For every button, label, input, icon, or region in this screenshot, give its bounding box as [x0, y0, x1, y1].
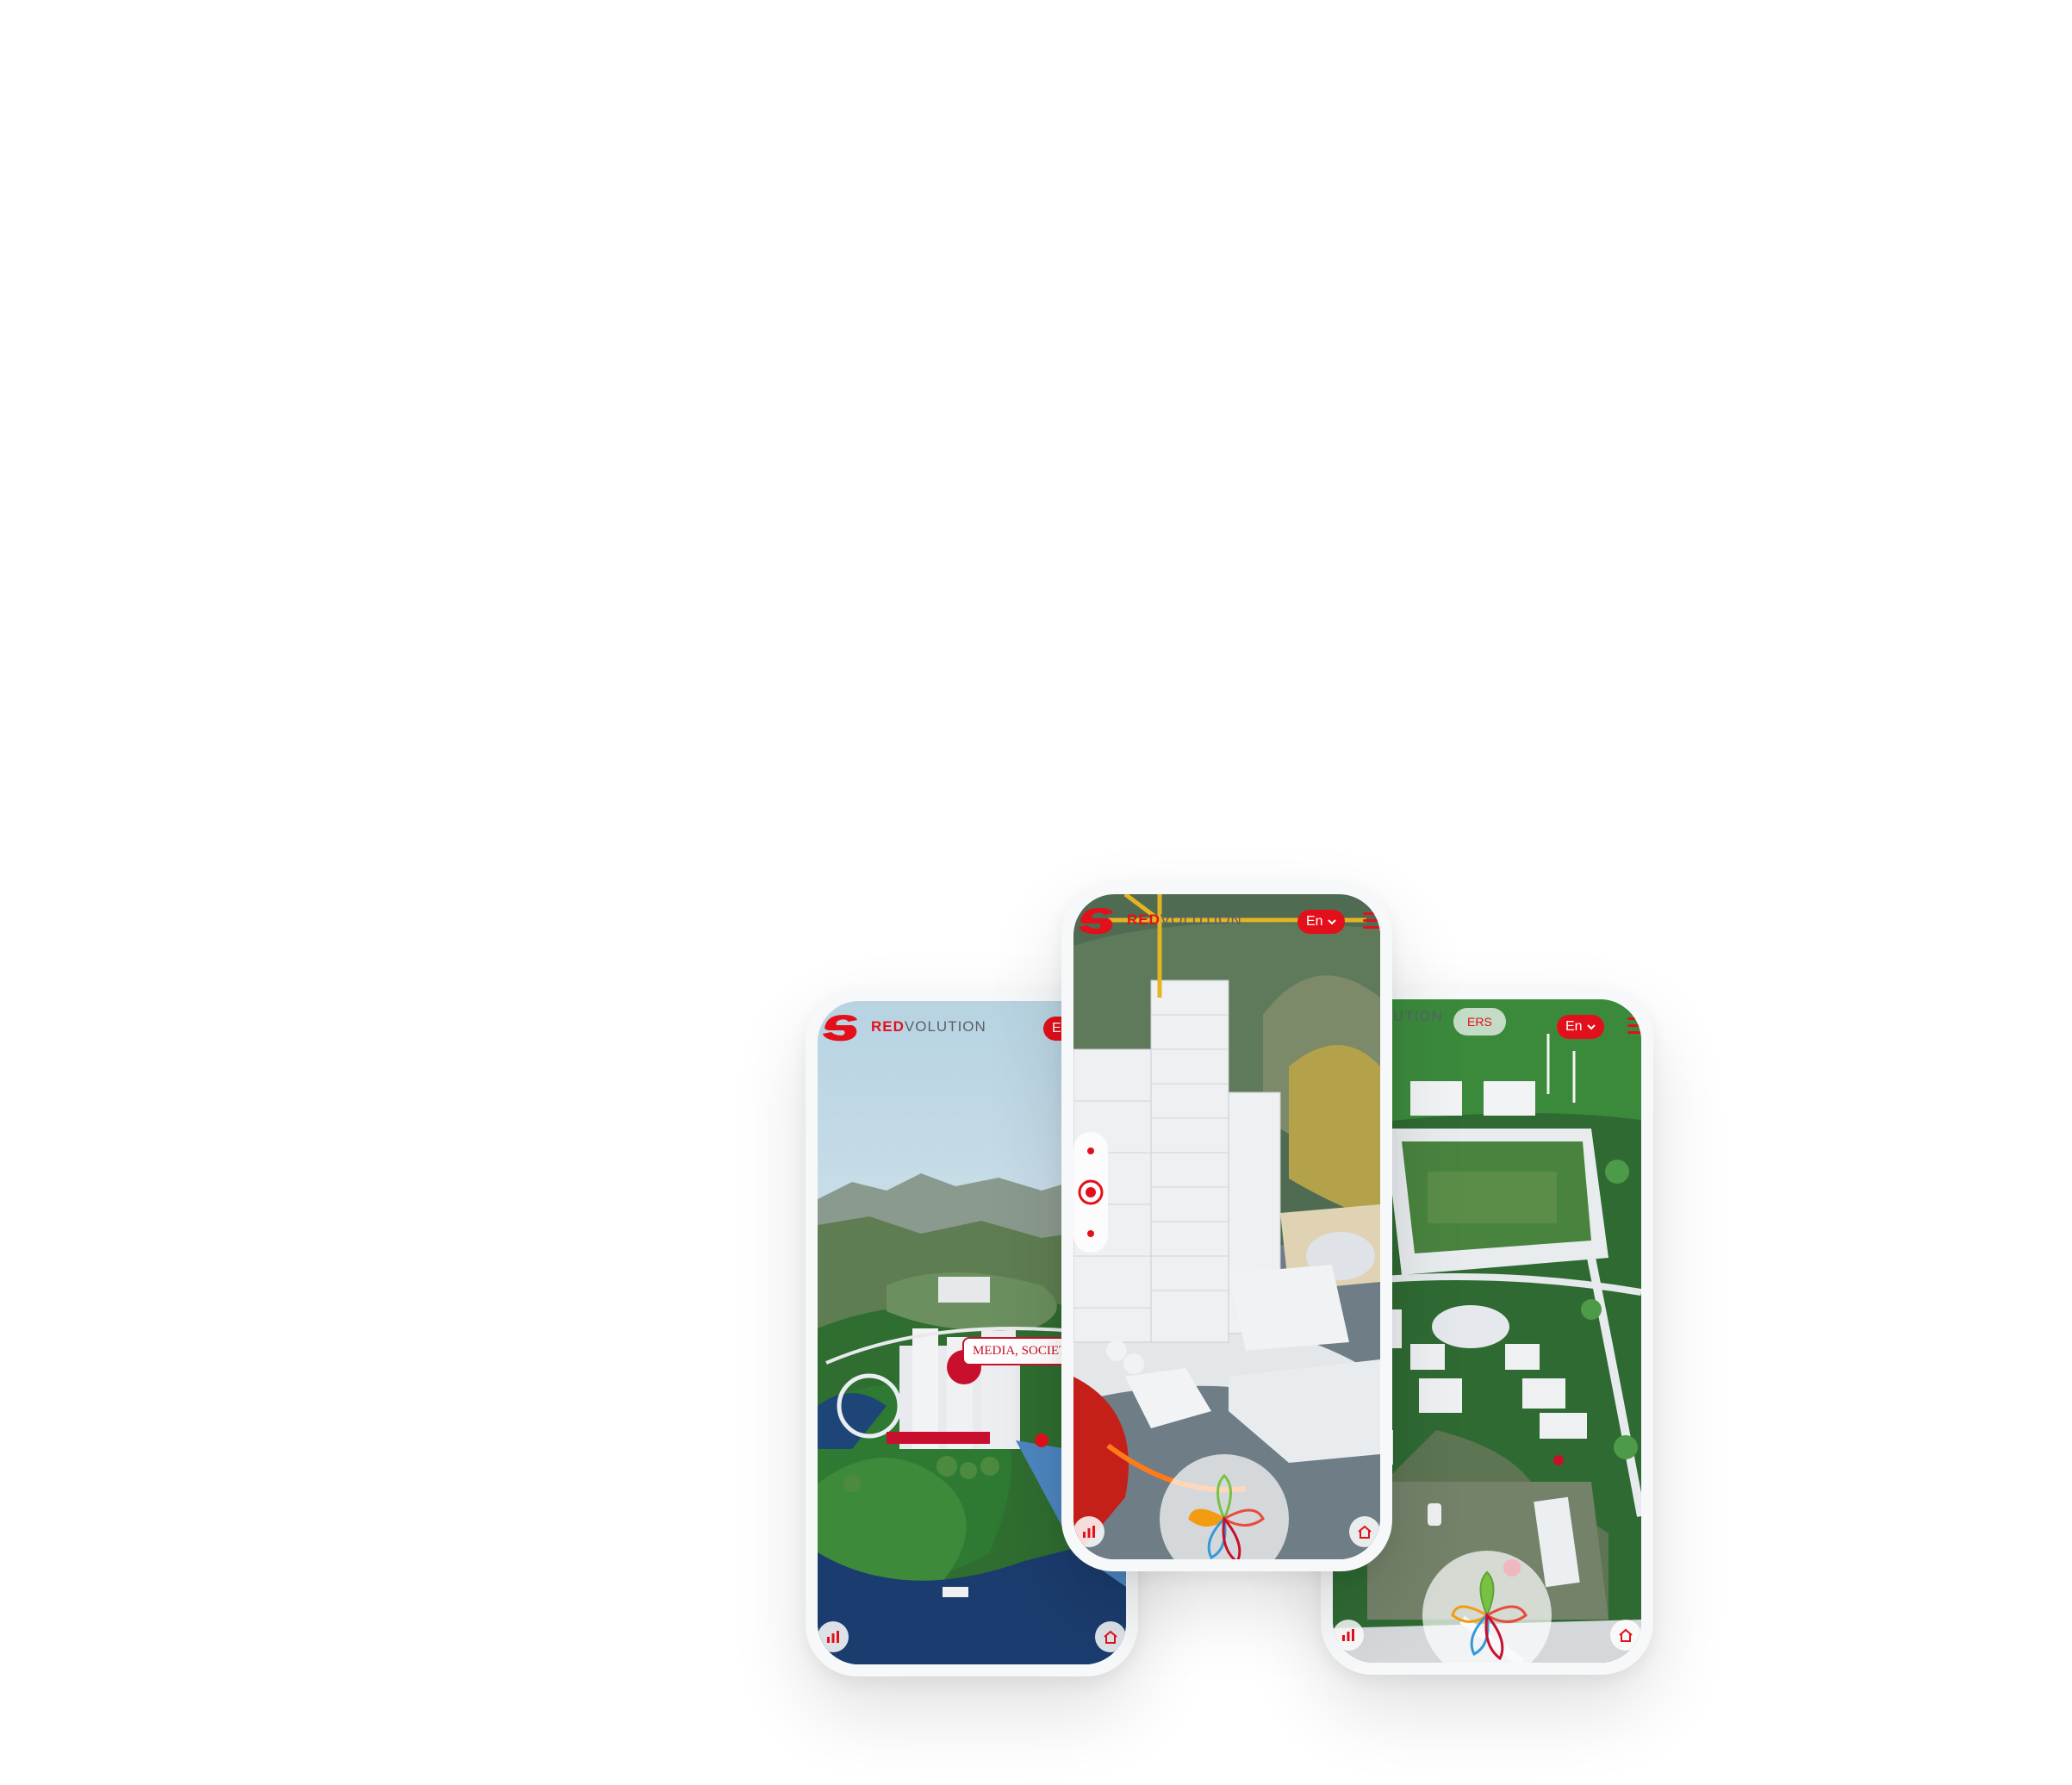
- stats-button[interactable]: [818, 1621, 849, 1652]
- flower-icon: [1188, 1473, 1265, 1559]
- brand-logo[interactable]: REDVOLUTION: [1073, 903, 1242, 937]
- section-chip-label: ERS: [1467, 1015, 1492, 1029]
- flower-icon: [1451, 1570, 1528, 1661]
- level-selector[interactable]: [1073, 1132, 1108, 1253]
- language-label: En: [1306, 914, 1323, 929]
- home-icon: [1358, 1525, 1372, 1539]
- chevron-down-icon: [1586, 1024, 1596, 1030]
- logo-icon: [1079, 908, 1113, 935]
- flower-menu-button[interactable]: [1422, 1551, 1552, 1663]
- brand-name-red: RED: [1127, 911, 1160, 928]
- brand-name: REDVOLUTION: [871, 1018, 986, 1036]
- stats-button[interactable]: [1333, 1620, 1364, 1651]
- brand-name: REDVOLUTION: [1127, 911, 1242, 929]
- stats-icon: [827, 1631, 839, 1643]
- brand-name-grey: VOLUTION: [1160, 911, 1242, 928]
- stats-icon: [1342, 1629, 1354, 1641]
- section-chip[interactable]: ERS: [1453, 1008, 1506, 1036]
- level-dots-icon: [1078, 1148, 1104, 1237]
- menu-icon[interactable]: [1363, 908, 1380, 933]
- language-selector[interactable]: En: [1297, 910, 1345, 934]
- phone-center: REDVOLUTION En: [1061, 882, 1392, 1571]
- logo-icon: [823, 1015, 857, 1042]
- language-label: En: [1565, 1019, 1583, 1034]
- phone-center-screen: REDVOLUTION En: [1073, 894, 1380, 1559]
- brand-name-grey: VOLUTION: [904, 1018, 986, 1035]
- home-icon: [1619, 1628, 1633, 1642]
- language-selector[interactable]: En: [1557, 1015, 1604, 1039]
- stats-button[interactable]: [1073, 1516, 1104, 1547]
- home-button[interactable]: [1610, 1620, 1641, 1651]
- chevron-down-icon: [1327, 919, 1336, 925]
- home-icon: [1104, 1630, 1117, 1644]
- brand-name-red: RED: [871, 1018, 905, 1035]
- brand-logo[interactable]: REDVOLUTION: [818, 1010, 986, 1044]
- home-button[interactable]: [1095, 1621, 1126, 1652]
- stats-icon: [1083, 1526, 1095, 1538]
- home-button[interactable]: [1349, 1516, 1380, 1547]
- menu-icon[interactable]: [1627, 1013, 1641, 1038]
